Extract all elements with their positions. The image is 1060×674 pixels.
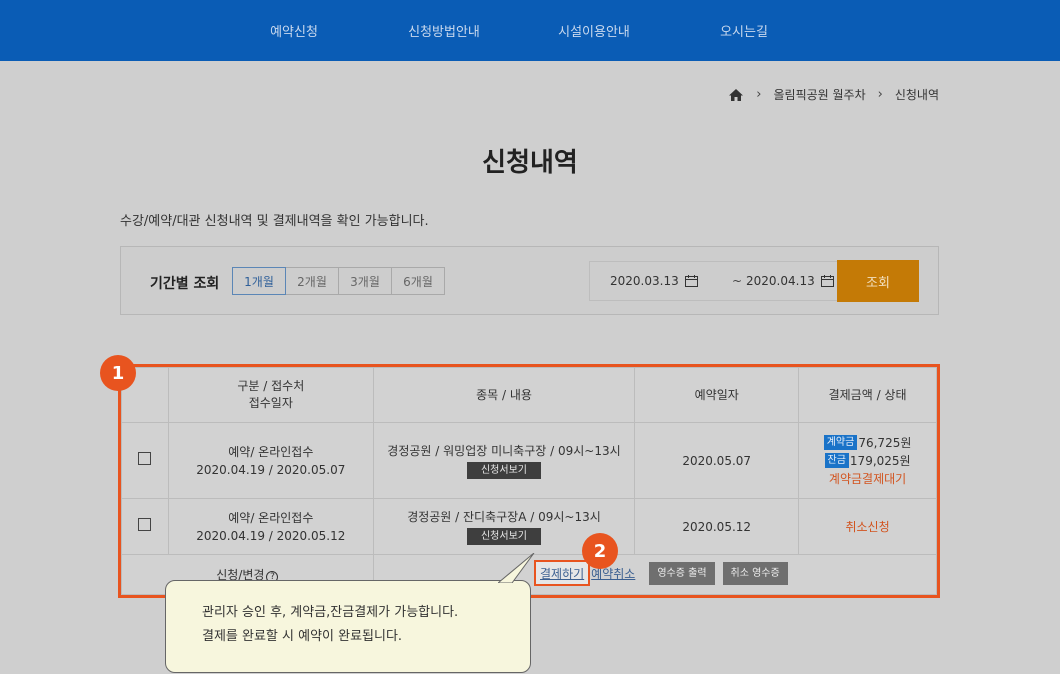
callout-pointer [498, 553, 535, 583]
period-6-month-button[interactable]: 6개월 [391, 267, 445, 295]
status-badge: 취소신청 [845, 519, 890, 534]
home-icon[interactable] [728, 88, 744, 102]
period-filter: 기간별 조회 1개월 2개월 3개월 6개월 2020.03.13 ~ 2020… [120, 246, 939, 315]
filter-label: 기간별 조회 [150, 276, 220, 292]
chevron-right-icon: › [877, 87, 883, 102]
search-button[interactable]: 조회 [837, 260, 919, 302]
view-application-button[interactable]: 신청서보기 [466, 462, 541, 479]
date-to-value: 2020.04.13 [746, 274, 815, 288]
breadcrumb-level2: 신청내역 [894, 88, 939, 102]
date-range: 2020.03.13 ~ 2020.04.13 [589, 261, 838, 301]
balance-amount: 179,025원 [849, 453, 911, 468]
step-marker-1: 1 [100, 355, 136, 391]
page-title: 신청내역 [482, 148, 578, 178]
callout-line1: 관리자 승인 후, 계약금,잔금결제가 가능합니다. [202, 605, 459, 620]
nav-item-reservation[interactable]: 예약신청 [219, 21, 369, 40]
header-amount: 결제금액 / 상태 [798, 367, 937, 423]
date-from-field[interactable]: 2020.03.13 [610, 274, 698, 288]
calendar-icon[interactable] [684, 275, 698, 287]
table-row: 예약/ 온라인접수 2020.04.19 / 2020.05.12 경정공원 /… [121, 498, 937, 555]
top-navigation: 예약신청 신청방법안내 시설이용안내 오시는길 [0, 0, 1060, 61]
row-date: 2020.05.07 [634, 422, 800, 499]
status-badge: 계약금결제대기 [828, 471, 907, 486]
date-to-field[interactable]: 2020.04.13 [746, 274, 834, 288]
date-from-value: 2020.03.13 [610, 274, 679, 288]
calendar-icon[interactable] [820, 275, 834, 287]
callout-tooltip: 관리자 승인 후, 계약금,잔금결제가 가능합니다. 결제를 완료할 시 예약이… [165, 580, 531, 673]
row-date: 2020.05.12 [634, 498, 800, 555]
period-3-month-button[interactable]: 3개월 [338, 267, 392, 295]
period-buttons: 1개월 2개월 3개월 6개월 [232, 267, 445, 295]
deposit-line: 계약금 76,725원 [799, 434, 936, 452]
header-type-label: 구분 / 접수처 [237, 379, 305, 393]
header-date: 예약일자 [634, 367, 800, 423]
deposit-badge: 계약금 [823, 435, 858, 450]
row-item: 경정공원 / 잔디축구장A / 09시~13시 [407, 510, 601, 524]
nav-item-how-to-apply[interactable]: 신청방법안내 [369, 21, 519, 40]
period-2-month-button[interactable]: 2개월 [285, 267, 339, 295]
view-application-button[interactable]: 신청서보기 [466, 528, 541, 545]
row-checkbox[interactable] [138, 451, 152, 465]
nav-item-facility-guide[interactable]: 시설이용안내 [519, 21, 669, 40]
row-type: 예약/ 온라인접수 [228, 444, 314, 459]
balance-line: 잔금 179,025원 [799, 452, 936, 470]
header-type: 구분 / 접수처 접수일자 [167, 367, 374, 423]
date-separator: ~ [732, 274, 743, 288]
step-marker-2: 2 [582, 533, 618, 569]
row-period: 2020.04.19 / 2020.05.07 [196, 462, 346, 477]
header-item: 종목 / 내용 [372, 367, 636, 423]
balance-badge: 잔금 [824, 453, 849, 468]
row-checkbox[interactable] [138, 517, 152, 531]
row-type: 예약/ 온라인접수 [228, 510, 314, 525]
cancel-receipt-button[interactable]: 취소 영수증 [722, 561, 788, 585]
chevron-right-icon: › [756, 87, 762, 102]
footer-actions: 결제하기 예약취소 영수증 출력 취소 영수증 [534, 560, 788, 586]
breadcrumb: › 올림픽공원 월주차 › 신청내역 [728, 86, 939, 103]
table-row: 예약/ 온라인접수 2020.04.19 / 2020.05.07 경정공원 /… [121, 422, 937, 499]
callout-line2: 결제를 완료할 시 예약이 완료됩니다. [202, 629, 403, 644]
page-description: 수강/예약/대관 신청내역 및 결제내역을 확인 가능합니다. [120, 214, 429, 229]
period-1-month-button[interactable]: 1개월 [232, 267, 286, 295]
print-receipt-button[interactable]: 영수증 출력 [649, 561, 715, 585]
header-type-sublabel: 접수일자 [248, 396, 293, 410]
deposit-amount: 76,725원 [858, 435, 912, 450]
breadcrumb-level1[interactable]: 올림픽공원 월주차 [773, 86, 865, 103]
row-item: 경정공원 / 워밍업장 미니축구장 / 09시~13시 [387, 444, 621, 458]
nav-item-directions[interactable]: 오시는길 [669, 21, 819, 40]
row-period: 2020.04.19 / 2020.05.12 [196, 528, 346, 543]
